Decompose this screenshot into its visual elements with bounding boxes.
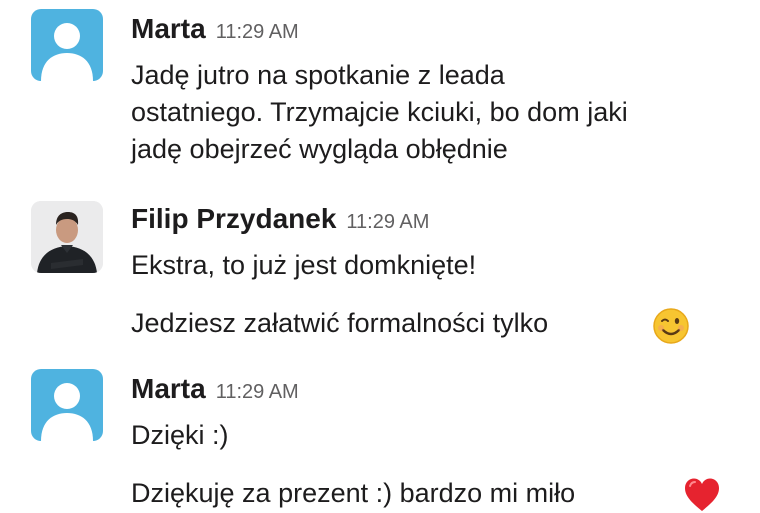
user-silhouette-icon	[41, 383, 93, 441]
timestamp[interactable]: 11:29 AM	[216, 21, 299, 43]
red-heart-emoji-icon	[685, 478, 719, 511]
message-line: Jadę jutro na spotkanie z leada	[131, 60, 505, 90]
author-name[interactable]: Marta 11:29 AM	[131, 372, 299, 409]
profile-photo-icon	[31, 201, 103, 273]
message: Marta 11:29 AM Dzięki :) Dziękuję za prez…	[0, 360, 760, 512]
message-line: jadę obejrzeć wygląda obłędnie	[131, 134, 508, 164]
timestamp[interactable]: 11:29 AM	[216, 381, 299, 403]
message: Marta 11:29 AM Jadę jutro na spotkanie z …	[0, 0, 760, 190]
avatar-default[interactable]	[31, 369, 103, 441]
author-label[interactable]: Filip Przydanek	[131, 203, 336, 234]
message-line: Ekstra, to już jest domknięte!	[131, 250, 477, 280]
message-line: Jedziesz załatwić formalności tylko	[131, 308, 549, 338]
author-name[interactable]: Filip Przydanek 11:29 AM	[131, 202, 429, 239]
avatar-default[interactable]	[31, 9, 103, 81]
author-name[interactable]: Marta 11:29 AM	[131, 12, 299, 49]
winking-face-emoji-icon	[653, 308, 689, 344]
avatar-photo[interactable]	[31, 201, 103, 273]
message-line: ostatniego. Trzymajcie kciuki, bo dom ja…	[131, 97, 628, 127]
message-line: Dzięki :)	[131, 420, 229, 450]
message-line: Dziękuję za prezent :) bardzo mi miło	[131, 478, 576, 508]
author-label[interactable]: Marta	[131, 373, 206, 404]
author-label[interactable]: Marta	[131, 13, 206, 44]
timestamp[interactable]: 11:29 AM	[346, 211, 429, 233]
user-silhouette-icon	[41, 23, 93, 81]
message: Filip Przydanek 11:29 AM Ekstra, to już j…	[0, 190, 760, 360]
